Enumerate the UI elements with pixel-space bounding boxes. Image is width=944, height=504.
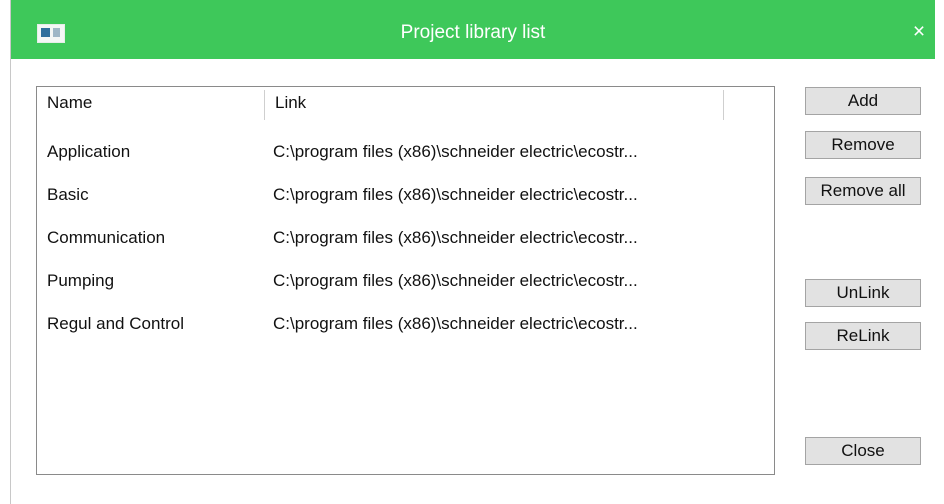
library-name: Pumping <box>47 271 115 290</box>
column-separator[interactable] <box>264 90 265 120</box>
list-item[interactable]: Basic C:\program files (x86)\schneider e… <box>37 173 774 216</box>
close-icon[interactable]: × <box>905 18 933 46</box>
library-name: Communication <box>47 228 166 247</box>
close-button[interactable]: Close <box>805 437 921 465</box>
library-name: Application <box>47 142 131 161</box>
library-name: Basic <box>47 185 89 204</box>
project-library-dialog: Project library list × Name Link Applica… <box>10 0 944 504</box>
library-name: Regul and Control <box>47 314 185 333</box>
remove-all-button[interactable]: Remove all <box>805 177 921 205</box>
library-link: C:\program files (x86)\schneider electri… <box>273 228 638 247</box>
list-item[interactable]: Application C:\program files (x86)\schne… <box>37 130 774 173</box>
title-bar: Project library list × <box>11 0 935 59</box>
list-item[interactable]: Pumping C:\program files (x86)\schneider… <box>37 259 774 302</box>
library-link: C:\program files (x86)\schneider electri… <box>273 314 638 333</box>
library-link: C:\program files (x86)\schneider electri… <box>273 271 638 290</box>
remove-button[interactable]: Remove <box>805 131 921 159</box>
add-button[interactable]: Add <box>805 87 921 115</box>
dialog-title: Project library list <box>400 22 546 43</box>
library-link: C:\program files (x86)\schneider electri… <box>273 185 638 204</box>
column-separator[interactable] <box>723 90 724 120</box>
relink-button[interactable]: ReLink <box>805 322 921 350</box>
unlink-button[interactable]: UnLink <box>805 279 921 307</box>
column-header-link[interactable]: Link <box>275 87 735 121</box>
list-item[interactable]: Regul and Control C:\program files (x86)… <box>37 302 774 345</box>
library-link: C:\program files (x86)\schneider electri… <box>273 142 638 161</box>
column-header-name[interactable]: Name <box>47 87 247 121</box>
list-item[interactable]: Communication C:\program files (x86)\sch… <box>37 216 774 259</box>
library-list[interactable]: Name Link Application C:\program files (… <box>36 86 775 475</box>
